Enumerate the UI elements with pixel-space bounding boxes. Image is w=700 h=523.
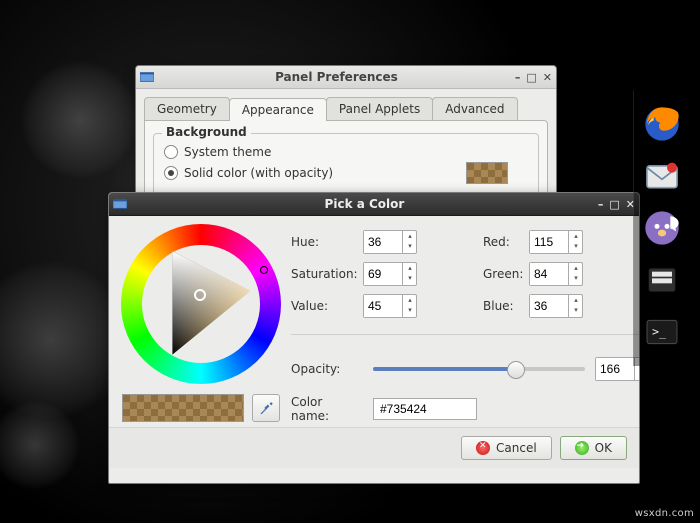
hue-ring-indicator[interactable] [260,266,268,274]
ok-icon [575,441,589,455]
tab-appearance[interactable]: Appearance [229,98,327,121]
blue-input[interactable]: ▴▾ [529,294,583,318]
background-fieldset: Background System theme Solid color (wit… [153,133,539,196]
picker-titlebar[interactable]: Pick a Color – □ ✕ [109,193,639,216]
hue-step-down[interactable]: ▾ [403,241,417,251]
dock-item-firefox[interactable] [638,100,686,148]
dock-item-files[interactable] [638,256,686,304]
radio-solid-color[interactable] [164,166,178,180]
cancel-icon [476,441,490,455]
tab-geometry[interactable]: Geometry [144,97,230,120]
minimize-button[interactable]: – [598,198,604,211]
watermark: wsxdn.com [635,508,694,519]
minimize-button[interactable]: – [515,71,521,84]
green-label: Green: [483,267,529,281]
opacity-slider-thumb[interactable] [507,361,525,379]
background-legend: Background [162,125,251,139]
pidgin-icon [642,208,682,248]
value-label: Value: [291,299,363,313]
window-app-icon [113,197,127,211]
opacity-value[interactable] [596,358,634,380]
prefs-title: Panel Preferences [158,70,515,84]
close-button[interactable]: ✕ [543,71,552,84]
eyedropper-icon [259,401,273,415]
hue-step-up[interactable]: ▴ [403,231,417,241]
opacity-label: Opacity: [291,362,363,376]
maximize-button[interactable]: □ [526,71,536,84]
triangle-indicator[interactable] [194,289,206,301]
hue-label: Hue: [291,235,363,249]
val-step-down[interactable]: ▾ [403,305,417,315]
color-wheel[interactable] [121,224,281,384]
green-step-up[interactable]: ▴ [569,263,583,273]
color-picker-window: Pick a Color – □ ✕ [108,192,640,484]
saturation-value[interactable] [364,263,402,285]
svg-text:>_: >_ [652,324,667,338]
val-step-up[interactable]: ▴ [403,295,417,305]
hue-value[interactable] [364,231,402,253]
value-input[interactable]: ▴▾ [363,294,417,318]
hue-input[interactable]: ▴▾ [363,230,417,254]
dock: >_ [633,90,700,366]
blue-label: Blue: [483,299,529,313]
radio-system-theme-label: System theme [184,145,271,159]
dock-item-pidgin[interactable] [638,204,686,252]
tab-panel-applets[interactable]: Panel Applets [326,97,433,120]
value-value[interactable] [364,295,402,317]
blue-value[interactable] [530,295,568,317]
blue-step-up[interactable]: ▴ [569,295,583,305]
sat-step-down[interactable]: ▾ [403,273,417,283]
mail-icon [642,156,682,196]
red-input[interactable]: ▴▾ [529,230,583,254]
opacity-slider[interactable] [373,367,585,371]
opacity-slider-fill [373,367,511,371]
cancel-button[interactable]: Cancel [461,436,552,460]
red-step-up[interactable]: ▴ [569,231,583,241]
green-step-down[interactable]: ▾ [569,273,583,283]
tab-advanced[interactable]: Advanced [432,97,517,120]
saturation-input[interactable]: ▴▾ [363,262,417,286]
red-value[interactable] [530,231,568,253]
cancel-label: Cancel [496,441,537,455]
ok-button[interactable]: OK [560,436,627,460]
prefs-titlebar[interactable]: Panel Preferences – □ ✕ [136,66,556,89]
dock-item-terminal[interactable]: >_ [638,308,686,356]
saturation-label: Saturation: [291,267,363,281]
terminal-icon: >_ [642,312,682,352]
firefox-icon [642,104,682,144]
green-value[interactable] [530,263,568,285]
radio-system-theme[interactable] [164,145,178,159]
files-icon [642,260,682,300]
picker-title: Pick a Color [131,197,598,211]
radio-solid-color-label: Solid color (with opacity) [184,166,333,180]
maximize-button[interactable]: □ [609,198,619,211]
green-input[interactable]: ▴▾ [529,262,583,286]
opacity-step-down[interactable]: ▾ [635,368,640,378]
window-app-icon [140,70,154,84]
red-step-down[interactable]: ▾ [569,241,583,251]
color-triangle[interactable] [146,249,256,359]
color-name-label: Color name: [291,395,363,423]
red-label: Red: [483,235,529,249]
sat-step-up[interactable]: ▴ [403,263,417,273]
background-color-swatch[interactable] [466,162,508,184]
dock-item-mail[interactable] [638,152,686,200]
ok-label: OK [595,441,612,455]
blue-step-down[interactable]: ▾ [569,305,583,315]
eyedropper-button[interactable] [252,394,280,422]
color-preview-swatch [122,394,244,422]
prefs-tabs: Geometry Appearance Panel Applets Advanc… [144,97,548,120]
color-name-input[interactable] [373,398,477,420]
